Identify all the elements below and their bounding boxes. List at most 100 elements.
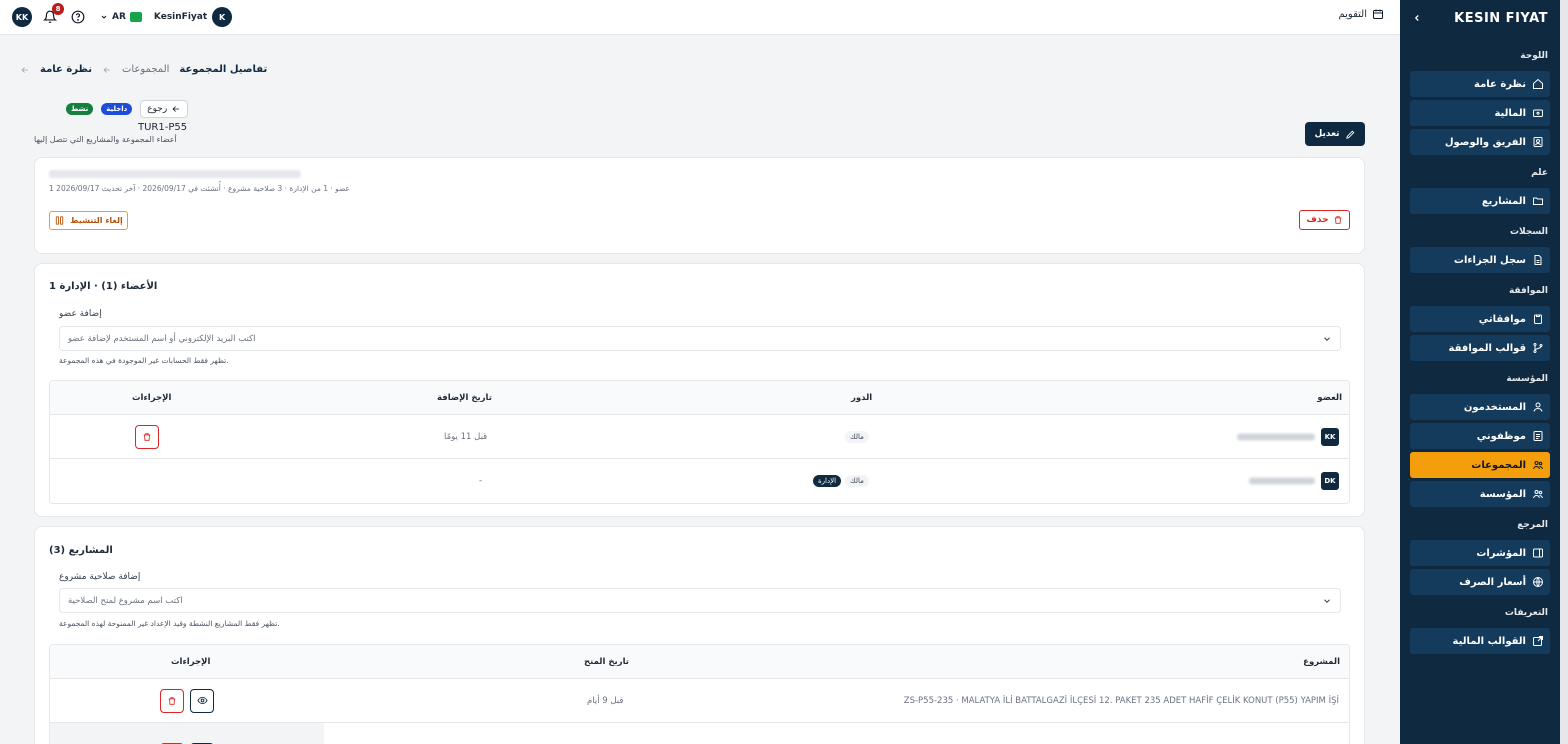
add-project-select[interactable]: اكتب اسم مشروع لمنح الصلاحية [59, 588, 1341, 613]
table-row: - الإدارة مالك DK [50, 459, 1349, 503]
role-badge: مالك [845, 430, 869, 443]
top-bar: KK 8 AR KesinFiyat K التقويم [0, 0, 1400, 35]
col-project: المشروع [1303, 656, 1340, 667]
group-meta: عضو · 1 من الإدارة · 3 صلاحية مشروع · أُ… [49, 184, 351, 193]
trash-icon [143, 432, 151, 441]
sidebar-item-users[interactable]: المستخدمون [1410, 394, 1550, 420]
col-role: الدور [851, 392, 873, 403]
notifications-button[interactable]: 8 [40, 3, 64, 27]
role-badge: مالك [845, 475, 869, 487]
notification-count-badge: 8 [52, 3, 64, 15]
add-member-placeholder: اكتب البريد الإلكتروني أو اسم المستخدم ل… [68, 333, 256, 344]
members-card: الأعضاء (1) · الإدارة 1 إضافة عضو اكتب ا… [34, 263, 1365, 517]
col-actions: الإجراءات [171, 656, 211, 667]
delete-group-button[interactable]: حذف [1299, 210, 1350, 230]
sidebar-item-projects[interactable]: المشاريع [1410, 188, 1550, 214]
users-icon [1533, 490, 1543, 499]
chevron-down-icon [1324, 336, 1330, 341]
wallet-icon [1533, 109, 1543, 117]
redacted-member-name [1237, 433, 1315, 440]
sidebar-item-organization[interactable]: المؤسسة [1410, 481, 1550, 507]
breadcrumb-overview[interactable]: نظرة عامة [40, 64, 92, 75]
username-avatar: K [212, 7, 233, 27]
id-card-icon [1533, 431, 1543, 441]
sidebar-item-financial-templates[interactable]: القوالب المالية [1410, 628, 1550, 654]
user-avatar[interactable]: KK [12, 7, 32, 27]
edit-label: تعديل [1314, 129, 1340, 139]
redacted-member-name [1249, 477, 1315, 485]
table-row [50, 723, 1349, 744]
sidebar-section-dashboard: اللوحة [1520, 51, 1548, 61]
sidebar-item-team[interactable]: الفريق والوصول [1410, 129, 1550, 155]
sidebar-item-my-approvals[interactable]: موافقاتي [1410, 306, 1550, 332]
deactivate-button[interactable]: إلغاء التنشيط [49, 211, 128, 230]
col-member: العضو [1317, 392, 1342, 403]
breadcrumb-groups[interactable]: المجموعات [122, 64, 169, 75]
arrow-left-icon [21, 66, 28, 73]
sidebar-section-approval: الموافقة [1508, 286, 1548, 296]
language-switcher[interactable]: AR [96, 12, 146, 22]
calendar-button[interactable]: التقويم [1338, 8, 1384, 20]
projects-title: المشاريع (3) [49, 545, 113, 556]
sidebar-item-overview[interactable]: نظرة عامة [1410, 71, 1550, 97]
member-avatar: DK [1321, 472, 1339, 490]
sidebar-item-indicators[interactable]: المؤشرات [1410, 540, 1550, 566]
brand-logo: KESIN FIYAT [1454, 10, 1548, 26]
sidebar-item-label: المستخدمون [1463, 401, 1526, 413]
sidebar-section-general: علم [1531, 168, 1548, 178]
add-member-label: إضافة عضو [59, 309, 102, 319]
collapse-sidebar-button[interactable] [1410, 11, 1424, 25]
sidebar-item-label: المالية [1494, 107, 1526, 119]
table-header: الإجراءات تاريخ الإضافة الدور العضو [50, 381, 1349, 415]
external-link-icon [1533, 636, 1543, 646]
project-granted-date: قبل 9 أيام [587, 695, 624, 706]
sidebar-item-finance[interactable]: المالية [1410, 100, 1550, 126]
folder-icon [1533, 197, 1543, 205]
remove-project-button[interactable] [160, 688, 184, 713]
table-header: الإجراءات تاريخ المنح المشروع [50, 645, 1349, 679]
redacted-description [49, 170, 301, 178]
sidebar-item-groups[interactable]: المجموعات [1410, 452, 1550, 478]
sidebar-item-exchange-rates[interactable]: أسعار الصرف [1410, 569, 1550, 595]
add-member-hint: تظهر فقط الحسابات غير الموجودة في هذه ال… [59, 356, 229, 365]
breadcrumb: نظرة عامة المجموعات تفاصيل المجموعة [20, 64, 267, 75]
breadcrumb-current: تفاصيل المجموعة [179, 64, 268, 75]
sidebar-item-label: المشاريع [1481, 195, 1526, 207]
calendar-icon [1373, 9, 1383, 19]
sidebar-item-label: موظفوني [1476, 430, 1526, 442]
delete-label: حذف [1306, 215, 1329, 225]
chevron-down-icon [1324, 598, 1330, 603]
sidebar-section-records: السجلات [1510, 227, 1548, 237]
sidebar-item-my-employees[interactable]: موظفوني [1410, 423, 1550, 449]
view-project-button[interactable] [190, 688, 214, 713]
pencil-icon [1345, 130, 1354, 139]
members-table: الإجراءات تاريخ الإضافة الدور العضو قبل … [49, 380, 1350, 504]
add-project-label: إضافة صلاحية مشروع [59, 572, 141, 582]
back-button[interactable]: رجوع [140, 100, 189, 118]
user-icon [1533, 402, 1543, 412]
sidebar-item-penalties[interactable]: سجل الجزاءات [1410, 247, 1550, 273]
project-name[interactable]: ZS-P55-235 · MALATYA İLİ BATTALGAZİ İLÇE… [904, 696, 1339, 706]
projects-card: المشاريع (3) إضافة صلاحية مشروع اكتب اسم… [34, 526, 1365, 744]
sidebar-item-label: موافقاتي [1478, 313, 1526, 325]
table-row: قبل 11 يومًا مالك KK [50, 415, 1349, 459]
sidebar-section-definitions: التعريفات [1504, 608, 1548, 618]
help-button[interactable] [68, 7, 88, 27]
panel-icon [1533, 548, 1543, 558]
sidebar-item-label: سجل الجزاءات [1453, 254, 1526, 266]
summary-card: عضو · 1 من الإدارة · 3 صلاحية مشروع · أُ… [34, 157, 1365, 254]
group-code: TUR1-P55 [138, 122, 188, 133]
user-menu[interactable]: KesinFiyat K [153, 7, 233, 27]
sidebar-scrollbar[interactable] [1560, 0, 1568, 744]
username: KesinFiyat [153, 12, 208, 22]
sidebar-item-approval-templates[interactable]: قوالب الموافقة [1410, 335, 1550, 361]
calendar-label: التقويم [1338, 8, 1367, 20]
edit-button[interactable]: تعديل [1305, 122, 1365, 146]
add-member-select[interactable]: اكتب البريد الإلكتروني أو اسم المستخدم ل… [59, 326, 1341, 351]
sidebar: KESIN FIYAT اللوحة نظرة عامة المالية الف… [1400, 0, 1568, 744]
page-subtitle: أعضاء المجموعة والمشاريع التي تتصل إليها [34, 135, 177, 144]
col-actions: الإجراءات [132, 392, 172, 403]
projects-table: الإجراءات تاريخ المنح المشروع قبل 9 أيام… [49, 644, 1350, 744]
badge-icon [1533, 137, 1543, 147]
remove-member-button[interactable] [135, 424, 159, 449]
